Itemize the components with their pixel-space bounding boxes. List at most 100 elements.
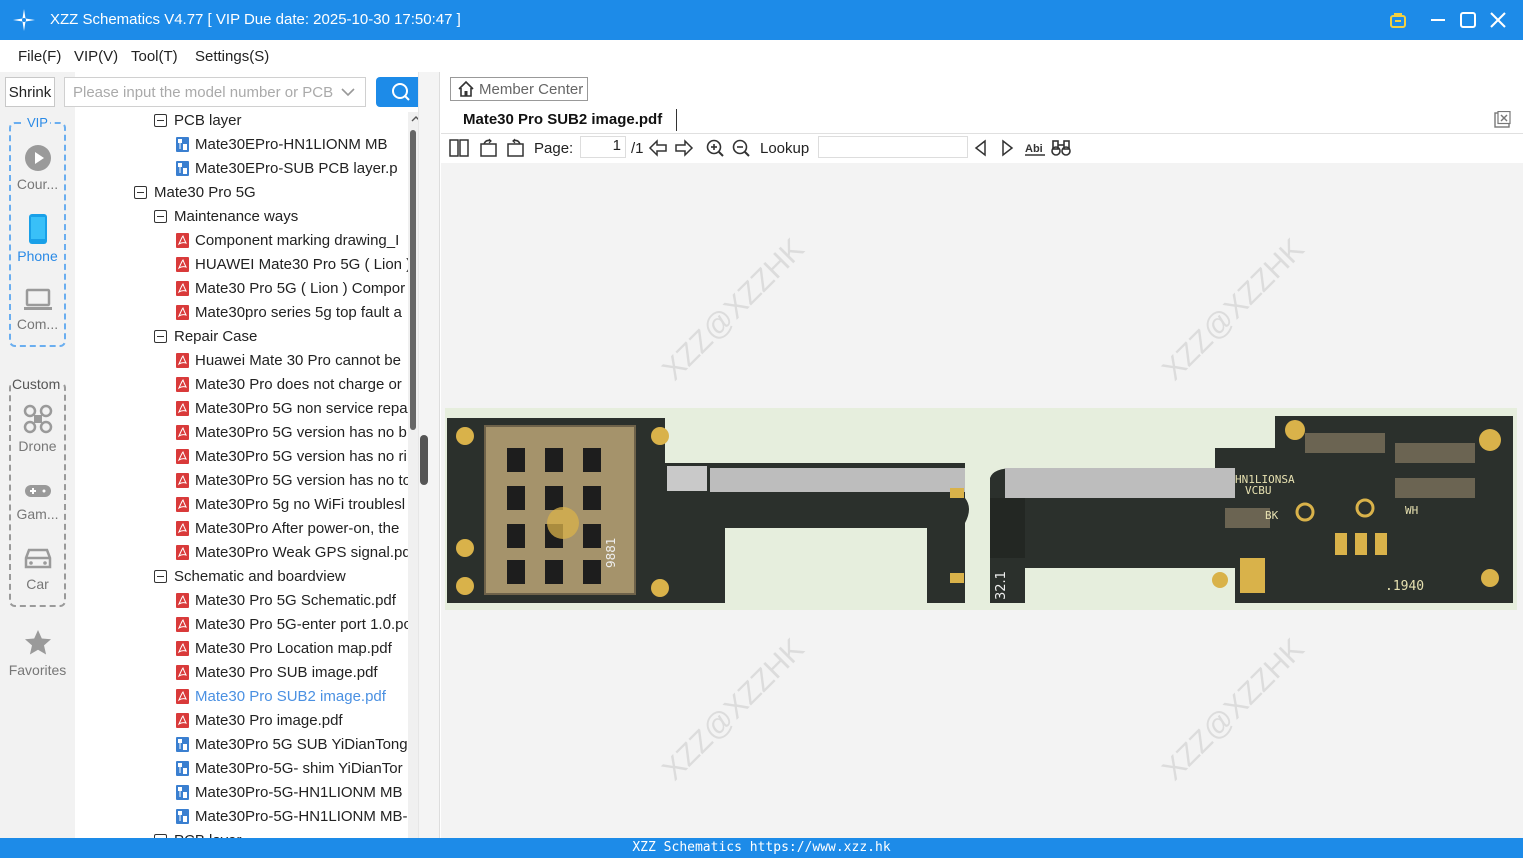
tree-folder[interactable]: Maintenance ways <box>154 204 298 228</box>
sidebar-item-computer[interactable]: Com... <box>0 288 75 332</box>
close-tab-icon[interactable] <box>1493 111 1511 129</box>
chevron-down-icon[interactable] <box>341 86 355 98</box>
window-title: XZZ Schematics V4.77 [ VIP Due date: 202… <box>50 11 461 28</box>
minimize-icon[interactable] <box>1426 8 1450 32</box>
zoom-out-icon[interactable] <box>731 138 751 158</box>
tree-item-label: Mate30Pro 5G version has no to <box>195 471 410 489</box>
tree-file[interactable]: Mate30 Pro SUB image.pdf <box>176 660 378 684</box>
tree-file[interactable]: Mate30 Pro 5G Schematic.pdf <box>176 588 396 612</box>
document-tab[interactable]: Mate30 Pro SUB2 image.pdf <box>463 111 662 128</box>
collapse-icon[interactable] <box>154 113 167 127</box>
two-page-icon[interactable] <box>449 138 469 158</box>
next-page-icon[interactable] <box>674 138 694 158</box>
menu-vip[interactable]: VIP(V) <box>74 48 118 65</box>
tree-file[interactable]: Mate30 Pro Location map.pdf <box>176 636 392 660</box>
tree-item-label: Mate30Pro 5g no WiFi troublesl <box>195 495 406 513</box>
lookup-input[interactable] <box>818 136 968 158</box>
collapse-icon[interactable] <box>134 185 147 199</box>
lookup-label: Lookup <box>760 139 810 157</box>
tree-file[interactable]: Mate30Pro 5G version has no b <box>176 420 407 444</box>
tree-item-label: Mate30Pro 5G non service repa <box>195 399 408 417</box>
tree-folder[interactable]: PCB layer <box>154 112 242 132</box>
sidebar-item-label: Phone <box>17 248 58 264</box>
tree-folder[interactable]: Repair Case <box>154 324 257 348</box>
play-icon <box>24 145 51 171</box>
tree-item-label: Mate30Pro 5G version has no b <box>195 423 407 441</box>
tree-item-label: Repair Case <box>174 327 258 345</box>
tree-file[interactable]: Mate30Pro-5G- shim YiDianTor <box>176 756 403 780</box>
tree-file[interactable]: Mate30 Pro 5G-enter port 1.0.pc <box>176 612 410 636</box>
sidebar-item-phone[interactable]: Phone <box>0 214 75 264</box>
rotate-left-icon[interactable] <box>479 138 499 158</box>
tree-item-label: Mate30pro series 5g top fault a <box>195 303 402 321</box>
page-total: /1 <box>631 139 644 157</box>
tree-item-label: Mate30Pro 5G SUB YiDianTong <box>195 735 408 753</box>
tree-scroll-thumb[interactable] <box>410 130 416 430</box>
page-number-input[interactable]: 1 <box>580 136 626 158</box>
find-previous-icon[interactable] <box>972 138 990 158</box>
tree-item-label: Mate30EPro-HN1LIONM MB <box>195 135 388 153</box>
tree-file[interactable]: HUAWEI Mate30 Pro 5G ( Lion ) <box>176 252 410 276</box>
tree-folder[interactable]: Schematic and boardview <box>154 564 346 588</box>
star-icon <box>24 630 51 655</box>
tree-file[interactable]: Mate30EPro-SUB PCB layer.p <box>176 156 398 180</box>
sidebar-item-favorites[interactable]: Favorites <box>0 628 75 678</box>
pcb-icon <box>176 736 189 752</box>
tree-file[interactable]: Component marking drawing_I <box>176 228 399 252</box>
tree-file[interactable]: Mate30Pro 5G SUB YiDianTong <box>176 732 408 756</box>
tree-folder[interactable]: PCB layer <box>154 828 242 838</box>
close-icon[interactable] <box>1486 8 1510 32</box>
pdf-icon <box>176 448 189 464</box>
tree-file[interactable]: Mate30 Pro does not charge or <box>176 372 402 396</box>
find-next-icon[interactable] <box>998 138 1016 158</box>
tree-file[interactable]: Mate30EPro-HN1LIONM MB <box>176 132 388 156</box>
sidebar-item-car[interactable]: Car <box>0 544 75 592</box>
tree-file[interactable]: Mate30Pro 5G version has no ri <box>176 444 407 468</box>
menu-file[interactable]: File(F) <box>18 48 61 65</box>
menu-settings[interactable]: Settings(S) <box>195 48 269 65</box>
tree-item-label: Mate30Pro-5G-HN1LIONM MB <box>195 783 403 801</box>
sidebar-item-game[interactable]: Gam... <box>0 480 75 522</box>
pdf-icon <box>176 304 189 320</box>
tree-file[interactable]: Mate30 Pro image.pdf <box>176 708 343 732</box>
tree-file[interactable]: Mate30 Pro SUB2 image.pdf <box>176 684 386 708</box>
previous-page-icon[interactable] <box>648 138 668 158</box>
tree-file[interactable]: Mate30pro series 5g top fault a <box>176 300 402 324</box>
board-label: BK <box>1265 509 1279 522</box>
tree-file[interactable]: Mate30Pro-5G-HN1LIONM MB <box>176 780 403 804</box>
tree-file[interactable]: Mate30Pro After power-on, the <box>176 516 399 540</box>
binoculars-icon[interactable] <box>1050 138 1072 158</box>
shrink-button[interactable]: Shrink <box>5 77 55 107</box>
collapse-icon[interactable] <box>154 209 167 223</box>
tree-file[interactable]: Mate30Pro 5G version has no to <box>176 468 410 492</box>
match-case-icon[interactable]: Abi <box>1024 138 1046 158</box>
tree-file[interactable]: Mate30Pro-5G-HN1LIONM MB- <box>176 804 408 828</box>
tree-folder[interactable]: Mate30 Pro 5G <box>134 180 256 204</box>
sidebar-item-courses[interactable]: Cour... <box>0 144 75 192</box>
pdf-viewer[interactable]: XZZ@XZZHK XZZ@XZZHK XZZ@XZZHK XZZ@XZZHK … <box>441 163 1523 838</box>
tree-file[interactable]: Mate30 Pro 5G ( Lion ) Compor <box>176 276 405 300</box>
sidebar-item-drone[interactable]: Drone <box>0 404 75 454</box>
tree-file[interactable]: Huawei Mate 30 Pro cannot be <box>176 348 401 372</box>
watermark: XZZ@XZZHK <box>1156 632 1311 787</box>
pdf-icon <box>176 232 189 248</box>
member-center-button[interactable]: Member Center <box>450 77 588 101</box>
tab-separator <box>676 109 677 131</box>
bag-icon[interactable] <box>1386 8 1410 32</box>
maximize-icon[interactable] <box>1456 8 1480 32</box>
board-label: WH <box>1405 504 1418 517</box>
pdf-icon <box>176 256 189 272</box>
tree-file[interactable]: Mate30Pro 5G non service repa <box>176 396 408 420</box>
menu-tool[interactable]: Tool(T) <box>131 48 178 65</box>
tree-file[interactable]: Mate30Pro Weak GPS signal.pd <box>176 540 410 564</box>
splitter-handle[interactable] <box>420 435 428 485</box>
rotate-right-icon[interactable] <box>505 138 525 158</box>
collapse-icon[interactable] <box>154 329 167 343</box>
model-search-input[interactable]: Please input the model number or PCB <box>64 77 366 107</box>
zoom-in-icon[interactable] <box>705 138 725 158</box>
collapse-icon[interactable] <box>154 569 167 583</box>
tree-file[interactable]: Mate30Pro 5g no WiFi troublesl <box>176 492 405 516</box>
watermark: XZZ@XZZHK <box>656 232 811 387</box>
pdf-icon <box>176 616 189 632</box>
pdf-icon <box>176 688 189 704</box>
